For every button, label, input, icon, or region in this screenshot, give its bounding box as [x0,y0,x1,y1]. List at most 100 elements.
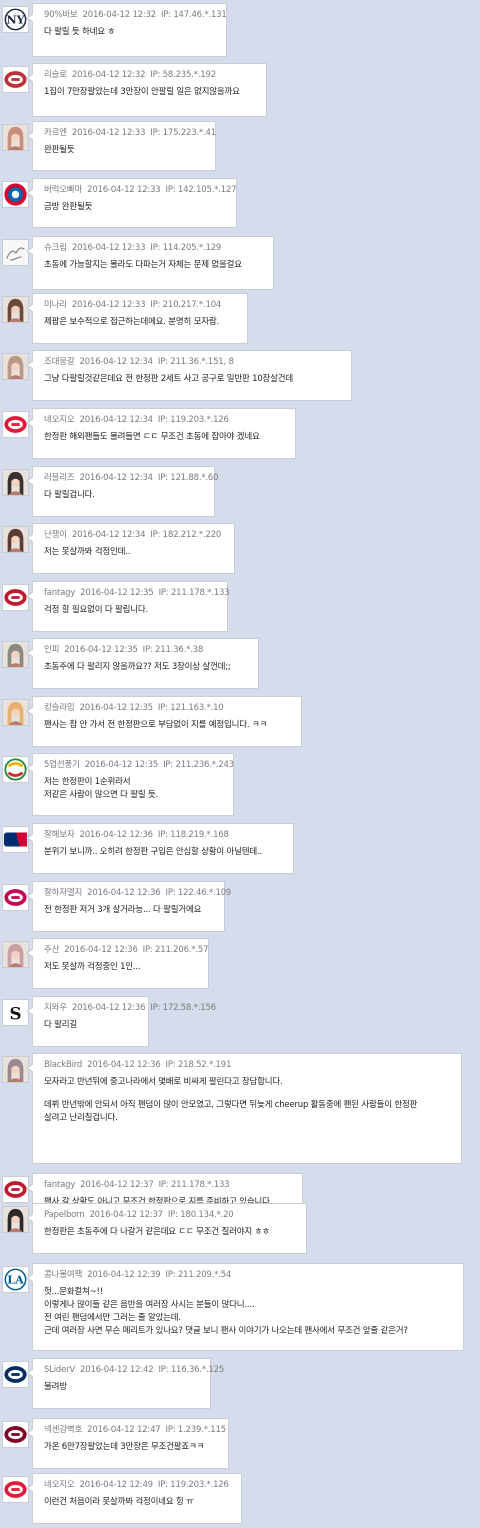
comment-nickname[interactable]: 리슬로 [44,70,67,80]
svg-text:NY: NY [6,14,25,27]
comment-timestamp: 2016-04-12 12:42 [80,1365,154,1375]
comment-ip: IP: 122.46.*.109 [165,888,232,898]
comment-text: 초동주에 다 팔리지 않을까요?? 저도 3장이상 살껀데;; [44,661,248,674]
indians-logo-icon[interactable] [2,411,29,438]
comment-row: 5업선풍기 2016-04-12 12:35 IP: 211.236.*.243 저는… [0,750,480,819]
profile-photo-icon[interactable] [2,469,29,496]
comment-bubble: 버럭오빠마 2016-04-12 12:33 IP: 142.105.*.127 금방… [26,178,237,228]
profile-photo-icon[interactable] [2,699,29,726]
comment-nickname[interactable]: 킹슬라임 [44,703,75,713]
twins-logo-icon[interactable] [2,884,29,911]
comment-ip: IP: 114.205.*.129 [150,243,222,253]
comment-nickname[interactable]: 난쟁이 [44,530,67,540]
comment-row: Papelborn 2016-04-12 12:37 IP: 180.134.*.2… [0,1200,480,1257]
comment-line: 분위기 보니까.. 오히려 한정판 구입은 안심할 상황이 아닐텐데.. [44,847,263,857]
comment-nickname[interactable]: BlackBird [44,1060,82,1070]
indians-logo-icon[interactable] [2,1476,29,1503]
comment-row: LA 콩나물여팩 2016-04-12 12:39 IP: 211.209.*.54 헛… [0,1260,480,1354]
comment-ip: IP: 175.223.*.41 [150,128,216,138]
giants-logo-icon[interactable] [2,1176,29,1203]
comment-text: 제팝은 보수적으로 접근하는데에요. 분명히 모자람. [44,316,237,329]
comment-nickname[interactable]: 조대웅갈 [44,357,75,367]
comment-nickname[interactable]: 잘하자엘지 [44,888,82,898]
comment-row: S 지와우 2016-04-12 12:36 IP: 172.58.*.156 다 팔리… [0,993,480,1050]
comment-text: 팬사는 참 안 가서 전 한정판으로 부담없이 지를 예정입니다. ㅋㅋ [44,719,291,732]
giants-logo-icon[interactable] [2,584,29,611]
mlb-logo-icon[interactable] [2,826,29,853]
comment-nickname[interactable]: SLiderV [44,1365,75,1375]
profile-photo-icon[interactable] [2,526,29,553]
dodgers-logo-icon[interactable]: LA [2,1266,29,1293]
comment-nickname[interactable]: 미나리 [44,300,67,310]
comment-ip: IP: 211.178.*.133 [158,1180,230,1190]
svg-text:S: S [9,1003,21,1023]
comment-nickname[interactable]: 5업선풍기 [44,760,80,770]
comment-line: 저는 한정판이 1순위라서 [44,777,131,787]
comment-nickname[interactable]: fantagy [44,588,75,598]
comment-nickname[interactable]: 카르엔 [44,128,67,138]
red-sox-logo-icon[interactable] [2,66,29,93]
comment-nickname[interactable]: 네오지오 [44,415,75,425]
comment-text: 1집이 7만장팔았는데 3만장이 안팔릴 일은 없지않을까요 [44,86,256,99]
comment-meta: 네오지오 2016-04-12 12:34 IP: 119.203.*.126 [44,414,285,426]
comment-nickname[interactable]: 인피 [44,645,59,655]
comment-ip: IP: 210.217.*.104 [150,300,222,310]
comment-line: 전 한정판 저거 3개 살거라능... 다 팔릴거에요 [44,905,202,915]
comment-bubble: 리슬로 2016-04-12 12:32 IP: 58.235.*.192 1집이 7… [26,63,267,117]
comment-nickname[interactable]: 슈크림 [44,243,67,253]
profile-photo-icon[interactable] [2,1056,29,1083]
profile-photo-icon[interactable] [2,296,29,323]
comment-ip: IP: 121.163.*.10 [157,703,224,713]
comment-timestamp: 2016-04-12 12:37 [80,1180,154,1190]
comment-row: 넥센강벽호 2016-04-12 12:47 IP: 1.239.*.115 가온 6… [0,1415,480,1472]
comment-nickname[interactable]: fantagy [44,1180,75,1190]
comment-nickname[interactable]: Papelborn [44,1210,85,1220]
comment-line: 근데 여러장 사면 무슨 메리트가 있나요? 댓글 보니 팬사 이야기가 나오는… [44,1326,408,1336]
yankees-logo-icon[interactable]: NY [2,6,29,33]
comment-row: 네오지오 2016-04-12 12:34 IP: 119.203.*.126 한정판… [0,405,480,462]
comment-bubble: 러블리즈 2016-04-12 12:34 IP: 121.88.*.60 다 팔릴겁… [26,466,219,517]
comment-timestamp: 2016-04-12 12:32 [82,10,157,20]
heroes-logo-icon[interactable] [2,1421,29,1448]
profile-photo-icon[interactable] [2,124,29,151]
bayern-munich-logo-icon[interactable] [2,181,29,208]
wbc-logo-icon[interactable] [2,756,29,783]
white-sox-logo-icon[interactable]: S [2,999,29,1026]
astros-logo-icon[interactable] [2,1361,29,1388]
comment-bubble: 잘하자엘지 2016-04-12 12:36 IP: 122.46.*.109 전 한… [26,881,231,932]
comment-row: 난쟁이 2016-04-12 12:34 IP: 182.212.*.220 저는 못… [0,520,480,577]
comment-bubble: fantagy 2016-04-12 12:35 IP: 211.178.*.133… [26,581,230,632]
comment-meta: 주산 2016-04-12 12:36 IP: 211.206.*.57 [44,944,208,956]
comment-timestamp: 2016-04-12 12:34 [71,530,146,540]
comment-meta: 러블리즈 2016-04-12 12:34 IP: 121.88.*.60 [44,472,219,484]
profile-photo-icon[interactable] [2,1206,29,1233]
comment-ip: IP: 119.203.*.126 [157,1480,229,1490]
comment-nickname[interactable]: 네오지오 [44,1480,75,1490]
comment-bubble: 지와우 2016-04-12 12:36 IP: 172.58.*.156 다 팔리길 [26,996,216,1047]
comment-nickname[interactable]: 버럭오빠마 [44,185,82,195]
profile-photo-icon[interactable] [2,941,29,968]
comment-nickname[interactable]: 주산 [44,945,59,955]
comment-meta: 넥센강벽호 2016-04-12 12:47 IP: 1.239.*.115 [44,1424,226,1436]
comment-nickname[interactable]: 90%바보 [44,10,78,20]
profile-photo-icon[interactable] [2,353,29,380]
comment-line: 저는 못살까봐 걱정인데.. [44,547,131,557]
comment-nickname[interactable]: 넥센강벽호 [44,1425,82,1435]
comment-line: 1집이 7만장팔았는데 3만장이 안팔릴 일은 없지않을까요 [44,87,240,97]
comment-line: 가온 6만7장팔았는데 3만장은 무조건팔죠ㅋㅋ [44,1442,205,1452]
comment-row: 미나리 2016-04-12 12:33 IP: 210.217.*.104 제팝은 … [0,290,480,347]
comment-nickname[interactable]: 잘해보자 [44,830,75,840]
comment-row: BlackBird 2016-04-12 12:36 IP: 218.52.*.19… [0,1050,480,1167]
comment-row: 리슬로 2016-04-12 12:32 IP: 58.235.*.192 1집이 7… [0,60,480,120]
profile-photo-icon[interactable] [2,641,29,668]
comment-row: SLiderV 2016-04-12 12:42 IP: 116.36.*.125 불… [0,1355,480,1412]
comment-meta: 킹슬라임 2016-04-12 12:35 IP: 121.163.*.10 [44,702,291,714]
comment-row: 킹슬라임 2016-04-12 12:35 IP: 121.163.*.10 팬사는 … [0,693,480,750]
comment-bubble: 5업선풍기 2016-04-12 12:35 IP: 211.236.*.243 저는… [26,753,234,816]
comment-nickname[interactable]: 지와우 [44,1003,67,1013]
sketch-drawing-icon[interactable] [2,239,29,266]
comment-line: 완판될듯 [44,145,75,155]
comment-meta: 난쟁이 2016-04-12 12:34 IP: 182.212.*.220 [44,529,224,541]
comment-nickname[interactable]: 러블리즈 [44,473,75,483]
comment-nickname[interactable]: 콩나물여팩 [44,1270,82,1280]
